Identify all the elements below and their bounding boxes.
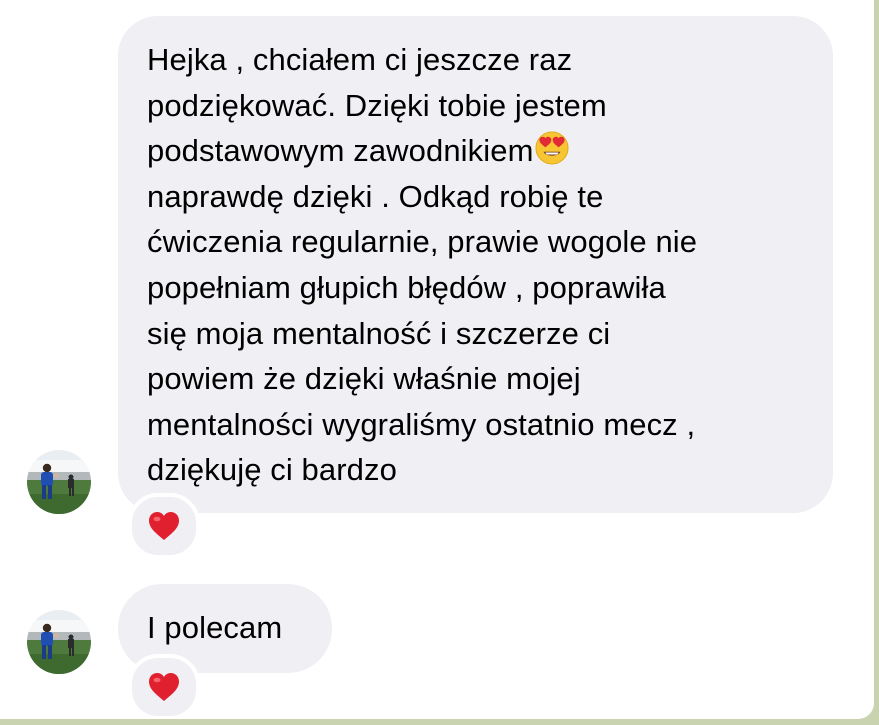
red-heart-icon <box>149 673 179 701</box>
message-text-line: się moja mentalność i szczerze ci <box>147 315 611 351</box>
avatar-photo <box>27 610 91 674</box>
message-text-line: naprawdę dzięki . Odkąd robię te <box>147 178 604 214</box>
reaction-badge[interactable] <box>128 654 200 719</box>
message-text-line: podziękować. Dzięki tobie jestem <box>147 87 607 123</box>
avatar-photo <box>27 450 91 514</box>
message-text-line: podstawowym zawodnikiem <box>147 128 813 174</box>
message-text-line: powiem że dzięki właśnie mojej <box>147 361 581 397</box>
sender-avatar[interactable] <box>27 610 91 674</box>
red-heart-icon <box>149 512 179 540</box>
message-text-line: Hejka , chciałem ci jeszcze raz <box>147 42 573 77</box>
message-text-line: mentalności wygraliśmy ostatnio mecz , <box>147 406 696 442</box>
reaction-badge[interactable] <box>128 493 200 559</box>
sender-avatar[interactable] <box>27 450 91 514</box>
heart-eyes-emoji-icon <box>534 131 569 165</box>
message-text-line: ćwiczenia regularnie, prawie wogole nie <box>147 224 698 260</box>
chat-screen: Hejka , chciałem ci jeszcze raz podzięko… <box>0 0 874 719</box>
message-text-line: I polecam <box>147 610 283 645</box>
message-bubble[interactable]: Hejka , chciałem ci jeszcze raz podzięko… <box>118 16 833 513</box>
message-text-line: dziękuję ci bardzo <box>147 452 397 488</box>
message-text-line: popełniam głupich błędów , poprawiła <box>147 269 666 305</box>
